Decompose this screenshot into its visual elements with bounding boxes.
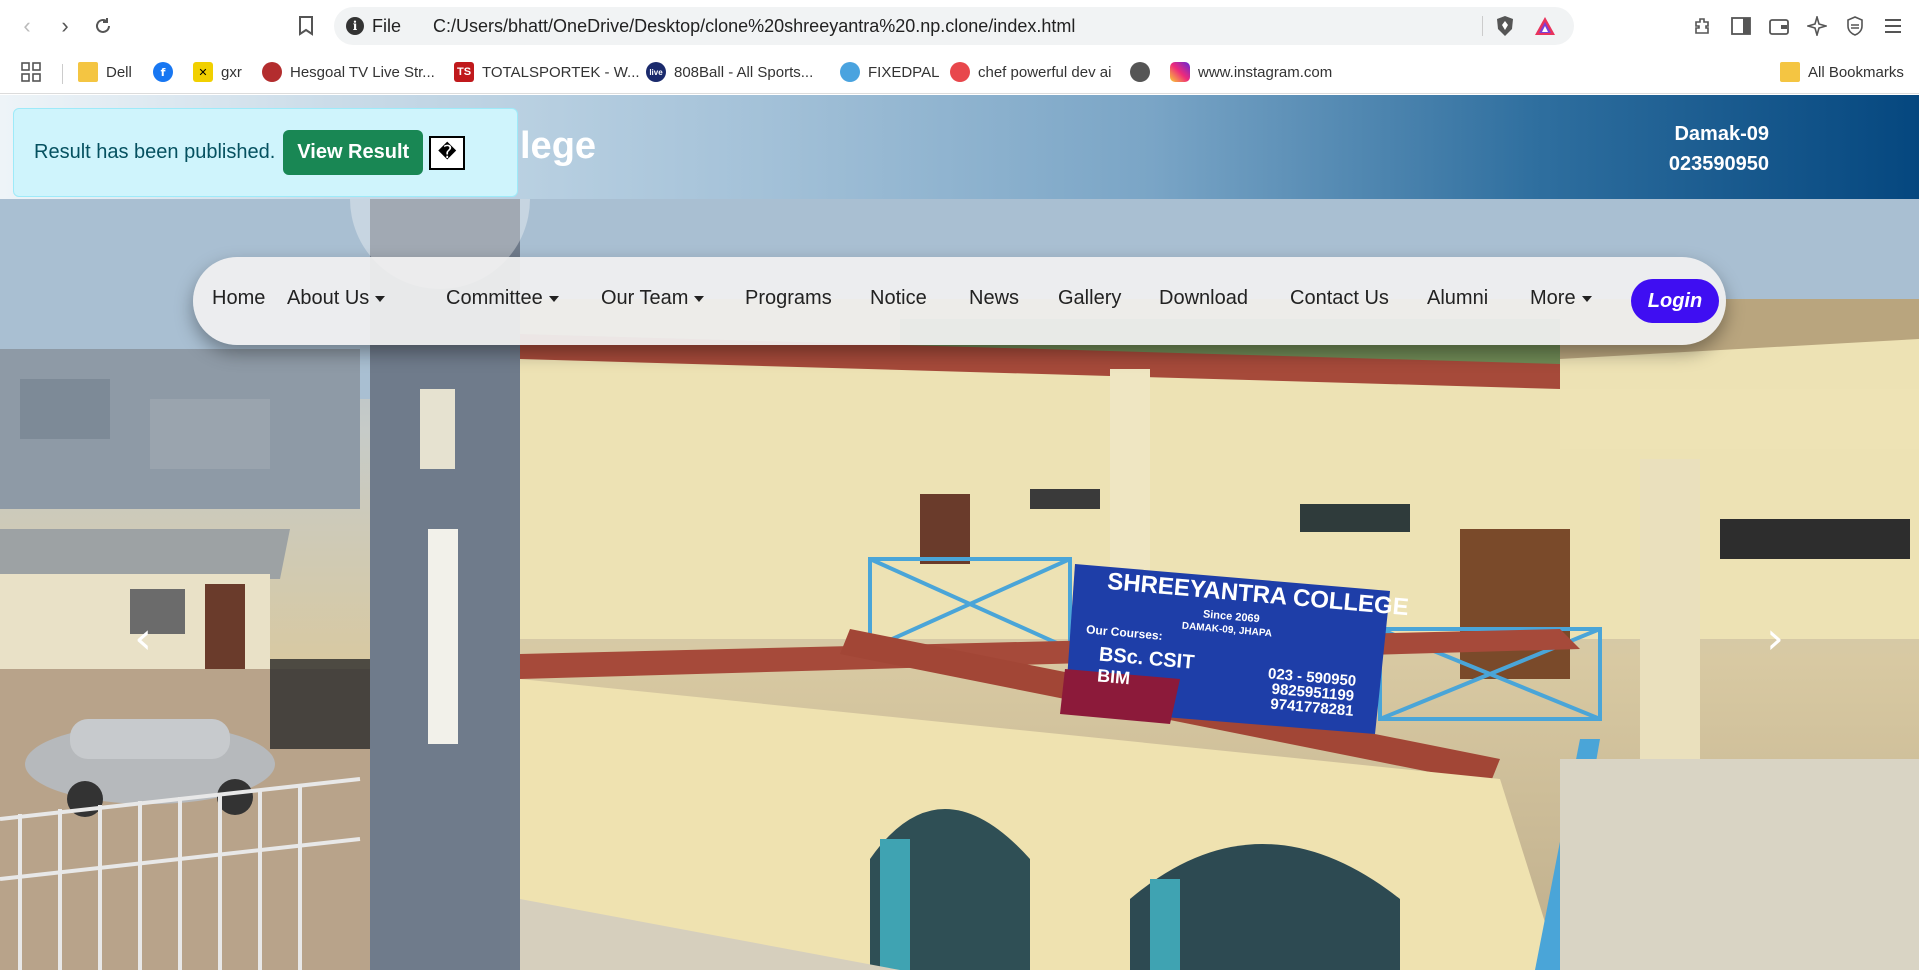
brave-rewards-icon[interactable] [1534, 15, 1556, 37]
hero-carousel: SHREEYANTRA COLLEGE Since 2069 DAMAK-09,… [0, 199, 1919, 970]
chevron-down-icon [375, 295, 386, 302]
vpn-shield-icon[interactable] [1842, 13, 1868, 39]
gxr-icon: ✕ [193, 62, 213, 82]
bookmark-label: www.instagram.com [1198, 63, 1333, 81]
bookmark-label: TOTALSPORTEK - W... [482, 63, 640, 81]
folder-icon [1780, 62, 1800, 82]
view-result-button[interactable]: View Result [283, 130, 424, 175]
bookmark-label: FIXEDPAL [868, 63, 940, 81]
bookmark-chef[interactable]: chef powerful dev ai [950, 60, 1111, 84]
chevron-down-icon [548, 295, 559, 302]
result-alert: Result has been published. View Result � [13, 108, 518, 197]
bookmark-label: Hesgoal TV Live Str... [290, 63, 435, 81]
reload-icon[interactable] [90, 13, 116, 39]
bookmark-label: chef powerful dev ai [978, 63, 1112, 81]
browser-toolbar: ‹ › i File C:/Users/bhatt/OneDrive/Deskt… [0, 0, 1919, 52]
nav-notice[interactable]: Notice [870, 287, 927, 310]
facebook-icon: f [153, 62, 173, 82]
bookmark-fixedpal[interactable]: FIXEDPAL [840, 60, 939, 84]
bookmarks-bar: Dell f ✕ gxr Hesgoal TV Live Str... TS T… [0, 52, 1919, 94]
fixedpal-icon [840, 62, 860, 82]
header-address: Damak-09 [1674, 123, 1769, 145]
folder-icon [78, 62, 98, 82]
carousel-prev-icon[interactable]: ‹ [128, 617, 158, 661]
nav-gallery[interactable]: Gallery [1058, 287, 1121, 310]
bookmark-totalsportek[interactable]: TS TOTALSPORTEK - W... [454, 60, 640, 84]
brave-shield-icon[interactable] [1494, 15, 1516, 37]
wallet-icon[interactable] [1766, 13, 1792, 39]
nav-home[interactable]: Home [212, 287, 265, 310]
sidebar-icon[interactable] [1728, 13, 1754, 39]
bookmark-hesgoal[interactable]: Hesgoal TV Live Str... [262, 60, 435, 84]
nav-news[interactable]: News [969, 287, 1019, 310]
chef-icon [950, 62, 970, 82]
nav-contact-us[interactable]: Contact Us [1290, 287, 1389, 310]
all-bookmarks-label: All Bookmarks [1808, 63, 1904, 81]
url-text[interactable]: C:/Users/bhatt/OneDrive/Desktop/clone%20… [433, 16, 1075, 37]
close-icon[interactable]: � [429, 135, 466, 170]
instagram-icon [1170, 62, 1190, 82]
leo-ai-icon[interactable] [1804, 13, 1830, 39]
forward-icon[interactable]: › [52, 13, 78, 39]
bookmark-label: gxr [221, 63, 242, 81]
nav-download[interactable]: Download [1159, 287, 1248, 310]
chevron-down-icon [694, 295, 705, 302]
info-icon[interactable]: i [346, 17, 364, 35]
bookmark-label: 808Ball - All Sports... [674, 63, 814, 81]
header-contact: Damak-09 023590950 [1669, 119, 1769, 179]
bookmark-gxr[interactable]: ✕ gxr [193, 60, 242, 84]
nav-programs[interactable]: Programs [745, 287, 832, 310]
web-page: lege Damak-09 023590950 SHREEYANTRA COLL… [0, 95, 1919, 970]
bookmark-dell[interactable]: Dell [78, 60, 132, 84]
totalsportek-icon: TS [454, 62, 474, 82]
alert-message: Result has been published. [34, 141, 276, 163]
nav-committee[interactable]: Committee [446, 287, 559, 310]
omnibox-divider [1482, 16, 1483, 36]
808ball-icon: live [646, 62, 666, 82]
extensions-icon[interactable] [1690, 13, 1716, 39]
bookmark-808ball[interactable]: live 808Ball - All Sports... [646, 60, 813, 84]
globe-icon [1130, 62, 1150, 82]
site-title: lege [520, 125, 597, 167]
menu-icon[interactable] [1880, 13, 1906, 39]
carousel-next-icon[interactable]: › [1760, 617, 1790, 661]
bookmark-instagram[interactable]: www.instagram.com [1170, 60, 1332, 84]
nav-alumni[interactable]: Alumni [1427, 287, 1488, 310]
scheme-label: File [372, 15, 402, 36]
chevron-down-icon [1581, 295, 1592, 302]
main-navbar: Home About Us Committee Our Team Program… [193, 257, 1726, 345]
nav-more[interactable]: More [1530, 287, 1592, 310]
apps-icon[interactable] [20, 60, 42, 84]
sign-course-2: BIM [1096, 665, 1131, 688]
login-button[interactable]: Login [1631, 279, 1719, 323]
hesgoal-icon [262, 62, 282, 82]
bookmark-page-icon[interactable] [293, 13, 319, 39]
bookmark-facebook[interactable]: f [153, 60, 181, 84]
header-phone: 023590950 [1668, 153, 1769, 175]
bookmarks-divider [62, 64, 63, 84]
bookmark-globe[interactable] [1130, 60, 1158, 84]
address-bar[interactable]: i File C:/Users/bhatt/OneDrive/Desktop/c… [334, 7, 1574, 45]
nav-our-team[interactable]: Our Team [601, 287, 705, 310]
back-icon[interactable]: ‹ [14, 13, 40, 39]
all-bookmarks[interactable]: All Bookmarks [1780, 60, 1904, 84]
nav-about-us[interactable]: About Us [287, 287, 386, 310]
bookmark-label: Dell [106, 63, 132, 81]
